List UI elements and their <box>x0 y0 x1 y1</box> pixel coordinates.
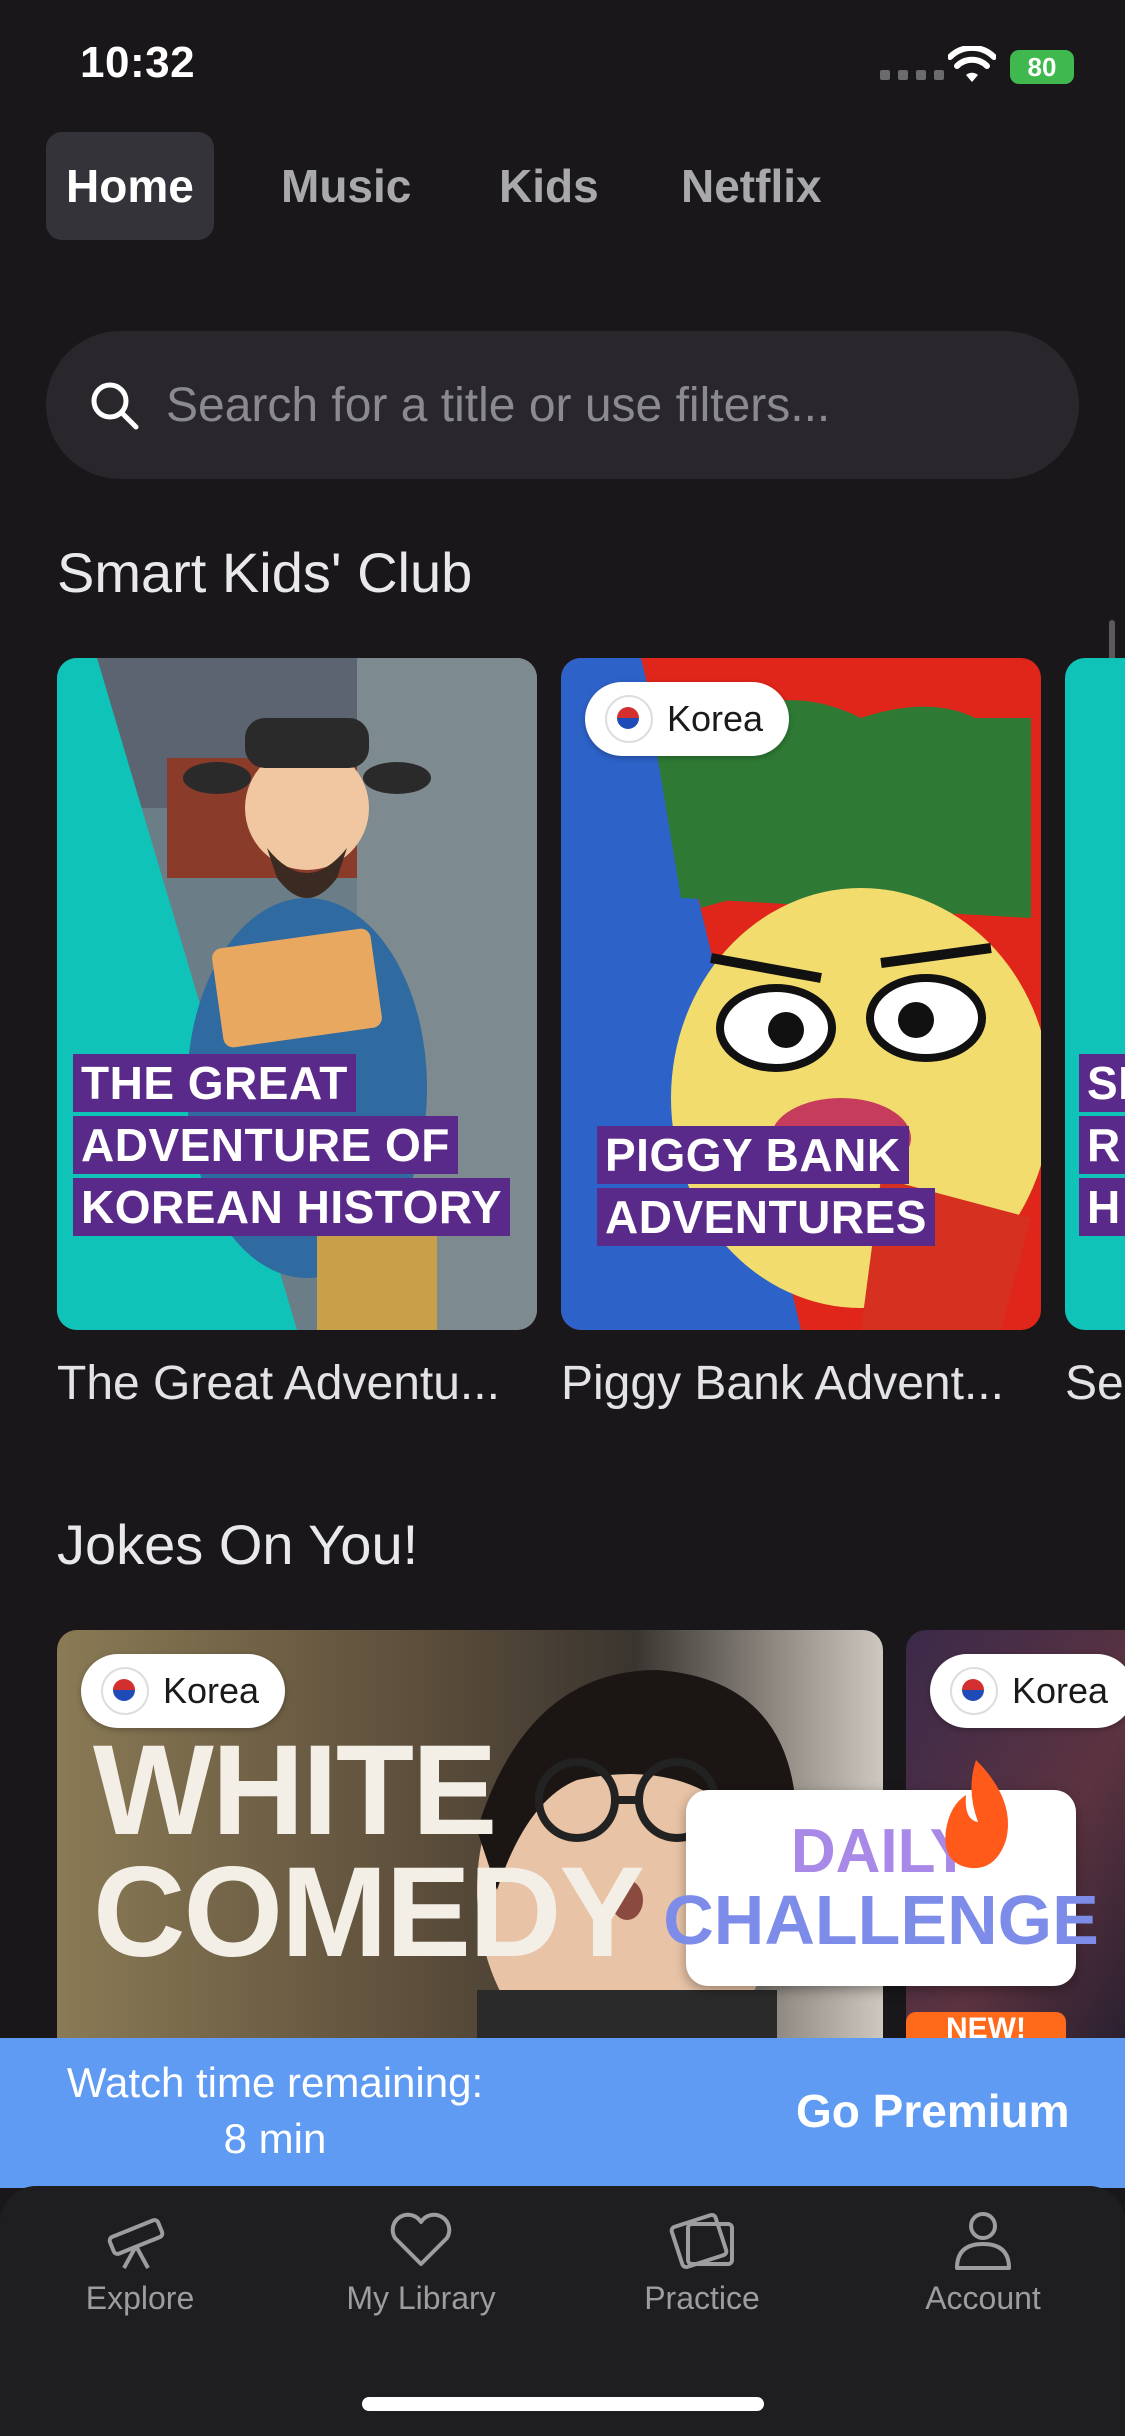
country-badge: Korea <box>585 682 790 756</box>
art-line: SI <box>1079 1054 1125 1112</box>
tab-music-label: Music <box>281 160 412 212</box>
art-line: PIGGY BANK <box>597 1126 909 1184</box>
art-line: WHITE <box>93 1719 497 1862</box>
country-badge-label: Korea <box>667 698 764 739</box>
nav-explore-label: Explore <box>85 2280 195 2316</box>
art-line: R <box>1079 1116 1125 1174</box>
search-icon <box>91 382 139 430</box>
card-title-partial[interactable]: Se <box>1065 1356 1125 1411</box>
tab-kids[interactable]: Kids <box>499 132 599 240</box>
nav-my-library[interactable]: My Library <box>301 2210 541 2317</box>
new-tag: NEW! <box>906 2012 1066 2040</box>
art-line: THE GREAT <box>73 1054 356 1112</box>
tab-home-label: Home <box>66 160 194 212</box>
tab-music[interactable]: Music <box>281 132 411 240</box>
nav-practice[interactable]: Practice <box>582 2210 822 2317</box>
piggy-bank-art-title: PIGGY BANK ADVENTURES <box>597 1126 935 1246</box>
heart-icon <box>390 2212 452 2266</box>
card-title-piggy-bank[interactable]: Piggy Bank Advent... <box>561 1356 1031 1411</box>
person-icon <box>955 2212 1011 2270</box>
search-bar[interactable] <box>46 331 1079 479</box>
art-line: ADVENTURES <box>597 1188 935 1246</box>
country-badge: Korea <box>930 1654 1125 1728</box>
section-title-jokes: Jokes On You! <box>57 1513 419 1576</box>
nav-explore[interactable]: Explore <box>20 2210 260 2317</box>
wifi-icon <box>948 46 996 82</box>
tab-home[interactable]: Home <box>46 132 214 240</box>
country-badge-label: Korea <box>1012 1670 1109 1711</box>
video-card-partial[interactable]: SI R H <box>1065 658 1125 1330</box>
art-line: ADVENTURE OF <box>73 1116 458 1174</box>
signal-icon <box>880 70 944 80</box>
watch-time-label: Watch time remaining: <box>66 2059 484 2106</box>
search-input[interactable] <box>164 376 1028 434</box>
home-indicator[interactable] <box>362 2397 764 2411</box>
video-card-great-adventure[interactable]: THE GREAT ADVENTURE OF KOREAN HISTORY <box>57 658 537 1330</box>
country-badge: Korea <box>81 1654 286 1728</box>
telescope-icon <box>107 2218 165 2269</box>
korea-flag-icon <box>950 1667 998 1715</box>
nav-account[interactable]: Account <box>863 2210 1103 2317</box>
battery-indicator: 80 <box>1010 50 1074 84</box>
korea-flag-icon <box>101 1667 149 1715</box>
art-line: COMEDY <box>93 1841 645 1984</box>
video-card-piggy-bank[interactable]: Korea PIGGY BANK ADVENTURES <box>561 658 1041 1330</box>
daily-challenge-card[interactable]: DAILY CHALLENGE <box>663 1760 1099 1986</box>
tab-kids-label: Kids <box>499 160 599 212</box>
white-comedy-art-title: WHITE COMEDY <box>93 1719 645 1984</box>
section-title-kids-club: Smart Kids' Club <box>57 541 473 604</box>
card-title-great-adventure[interactable]: The Great Adventu... <box>57 1356 527 1411</box>
nav-my-library-label: My Library <box>346 2280 496 2316</box>
status-time: 10:32 <box>80 38 196 87</box>
battery-level: 80 <box>1027 51 1057 82</box>
country-badge-label: Korea <box>163 1670 260 1711</box>
go-premium-button[interactable]: Go Premium <box>796 2084 1070 2138</box>
daily-challenge-line2: CHALLENGE <box>663 1881 1099 1959</box>
flame-icon <box>945 1760 1008 1869</box>
great-adventure-art-title: THE GREAT ADVENTURE OF KOREAN HISTORY <box>73 1054 511 1236</box>
nav-account-label: Account <box>925 2280 1041 2316</box>
nav-practice-label: Practice <box>644 2280 760 2316</box>
tab-netflix[interactable]: Netflix <box>681 132 822 240</box>
art-line: H <box>1079 1178 1125 1236</box>
watch-time-remaining: Watch time remaining: 8 min <box>40 2055 510 2167</box>
korea-flag-icon <box>605 695 653 743</box>
tab-netflix-label: Netflix <box>681 160 822 212</box>
cards-icon <box>669 2212 734 2270</box>
watch-time-value: 8 min <box>223 2115 327 2162</box>
partial-art-title: SI R H <box>1079 1054 1125 1236</box>
art-line: KOREAN HISTORY <box>73 1178 511 1236</box>
